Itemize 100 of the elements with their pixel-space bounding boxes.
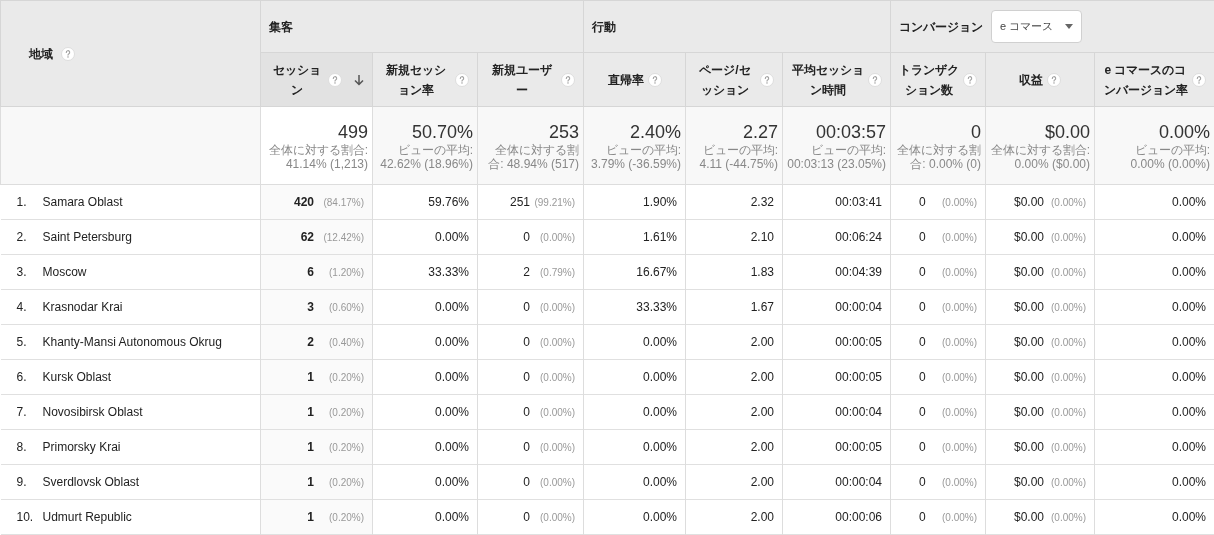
help-icon[interactable] [760,72,774,87]
share-percent: (0.00%) [942,266,977,280]
region-link[interactable]: Primorsky Krai [42,438,121,456]
column-header[interactable]: ページ/セッション [685,52,783,107]
cell-value: 0 [522,229,530,246]
cell-value: 0 [918,474,926,491]
table-cell: 0.00% [372,464,478,500]
column-header[interactable]: 新規ユーザー [477,52,584,107]
row-number: 7. [16,404,28,421]
table-cell: 59.76% [372,184,478,220]
table-cell: 1.61% [583,219,686,255]
cell-value: 3 [307,299,314,316]
region-link[interactable]: Saint Petersburg [42,228,132,246]
column-label: 新規セッション率 [385,61,447,99]
table-cell: 00:00:04 [782,289,891,325]
cell-value: $0.00 [1013,509,1045,526]
help-icon[interactable] [963,72,977,87]
total-value: 00:03:57 [814,120,886,143]
help-icon[interactable] [561,72,575,87]
share-percent: (0.00%) [942,511,977,525]
column-header[interactable]: 直帰率 [583,52,686,107]
table-cell: 0.00% [372,394,478,430]
row-number: 6. [16,369,28,386]
column-label: ページ/セッション [698,61,752,99]
total-value: 2.40% [628,120,681,143]
cell-value: $0.00 [1013,334,1045,351]
share-percent: (0.60%) [328,301,364,315]
share-percent: (0.20%) [328,441,364,455]
share-percent: (0.00%) [1051,511,1086,525]
total-value: 0.00% [1157,120,1210,143]
cell-value: 0 [522,299,530,316]
help-icon[interactable] [328,72,342,87]
table-cell: 0.00% [583,429,686,465]
table-cell: 00:03:41 [782,184,891,220]
table-cell: 16.67% [583,254,686,290]
region-link[interactable]: Khanty-Mansi Autonomous Okrug [42,333,222,351]
help-icon[interactable] [455,72,469,87]
share-percent: (0.00%) [942,336,977,350]
column-header[interactable]: セッション [260,52,373,107]
table-cell: 00:04:39 [782,254,891,290]
share-percent: (0.00%) [540,336,575,350]
cell-value: 0 [522,439,530,456]
table-cell: 0.00% [1094,359,1214,395]
cell-value: $0.00 [1013,299,1045,316]
cell-value: 0 [522,334,530,351]
table-cell: 2.00 [685,359,783,395]
table-cell: 0.00% [1094,219,1214,255]
table-cell: 00:00:06 [782,499,891,535]
caret-icon [1065,24,1074,29]
table-cell: 0.00% [372,499,478,535]
help-icon[interactable] [61,46,75,61]
cell-value: 2 [307,334,314,351]
share-percent: (0.00%) [1051,196,1086,210]
table-cell: 2.00 [685,464,783,500]
column-header[interactable]: e コマースのコンバージョン率 [1094,52,1214,107]
column-header[interactable]: 新規セッション率 [372,52,478,107]
table-cell: 0.00% [583,359,686,395]
column-label: e コマースのコンバージョン率 [1103,61,1188,99]
table-cell: 33.33% [372,254,478,290]
share-percent: (0.00%) [942,371,977,385]
row-number: 10. [16,509,35,526]
region-link[interactable]: Sverdlovsk Oblast [42,473,140,491]
table-cell: 0.00% [1094,499,1214,535]
row-number: 4. [16,299,28,316]
column-label: 新規ユーザー [490,61,553,99]
group-label: コンバージョン [899,18,983,36]
share-percent: (0.20%) [328,371,364,385]
region-link[interactable]: Samara Oblast [42,193,123,211]
cell-value: 1 [307,369,314,386]
table-cell: 2.00 [685,394,783,430]
total-note: 全体に対する割合: 0.00% (0) [896,142,981,171]
cell-value: 0 [918,404,926,421]
share-percent: (0.00%) [942,476,977,490]
region-link[interactable]: Krasnodar Krai [42,298,123,316]
sort-arrow-icon[interactable] [354,73,364,86]
table-cell: 0.00% [1094,464,1214,500]
cell-value: 420 [293,194,314,211]
cell-value: 0 [522,404,530,421]
share-percent: (0.00%) [540,406,575,420]
cell-value: 0 [918,509,926,526]
region-link[interactable]: Novosibirsk Oblast [42,403,143,421]
region-link[interactable]: Udmurt Republic [42,508,132,526]
help-icon[interactable] [868,72,882,87]
share-percent: (0.00%) [540,441,575,455]
metric-dropdown[interactable]: e コマース [991,10,1083,43]
column-header[interactable]: トランザクション数 [890,52,986,107]
column-header[interactable]: 平均セッション時間 [782,52,891,107]
group-label: 集客 [269,18,293,36]
table-cell: 00:00:05 [782,429,891,465]
column-header[interactable]: 収益 [985,52,1095,107]
help-icon[interactable] [1192,72,1206,87]
region-link[interactable]: Kursk Oblast [42,368,112,386]
cell-value: $0.00 [1013,194,1045,211]
cell-value: 0 [918,369,926,386]
help-icon[interactable] [1047,72,1061,87]
table-cell: 0.00% [372,324,478,360]
column-label: トランザクション数 [899,61,959,99]
region-link[interactable]: Moscow [42,263,87,281]
help-icon[interactable] [647,72,662,87]
table-cell: 0.00% [372,359,478,395]
